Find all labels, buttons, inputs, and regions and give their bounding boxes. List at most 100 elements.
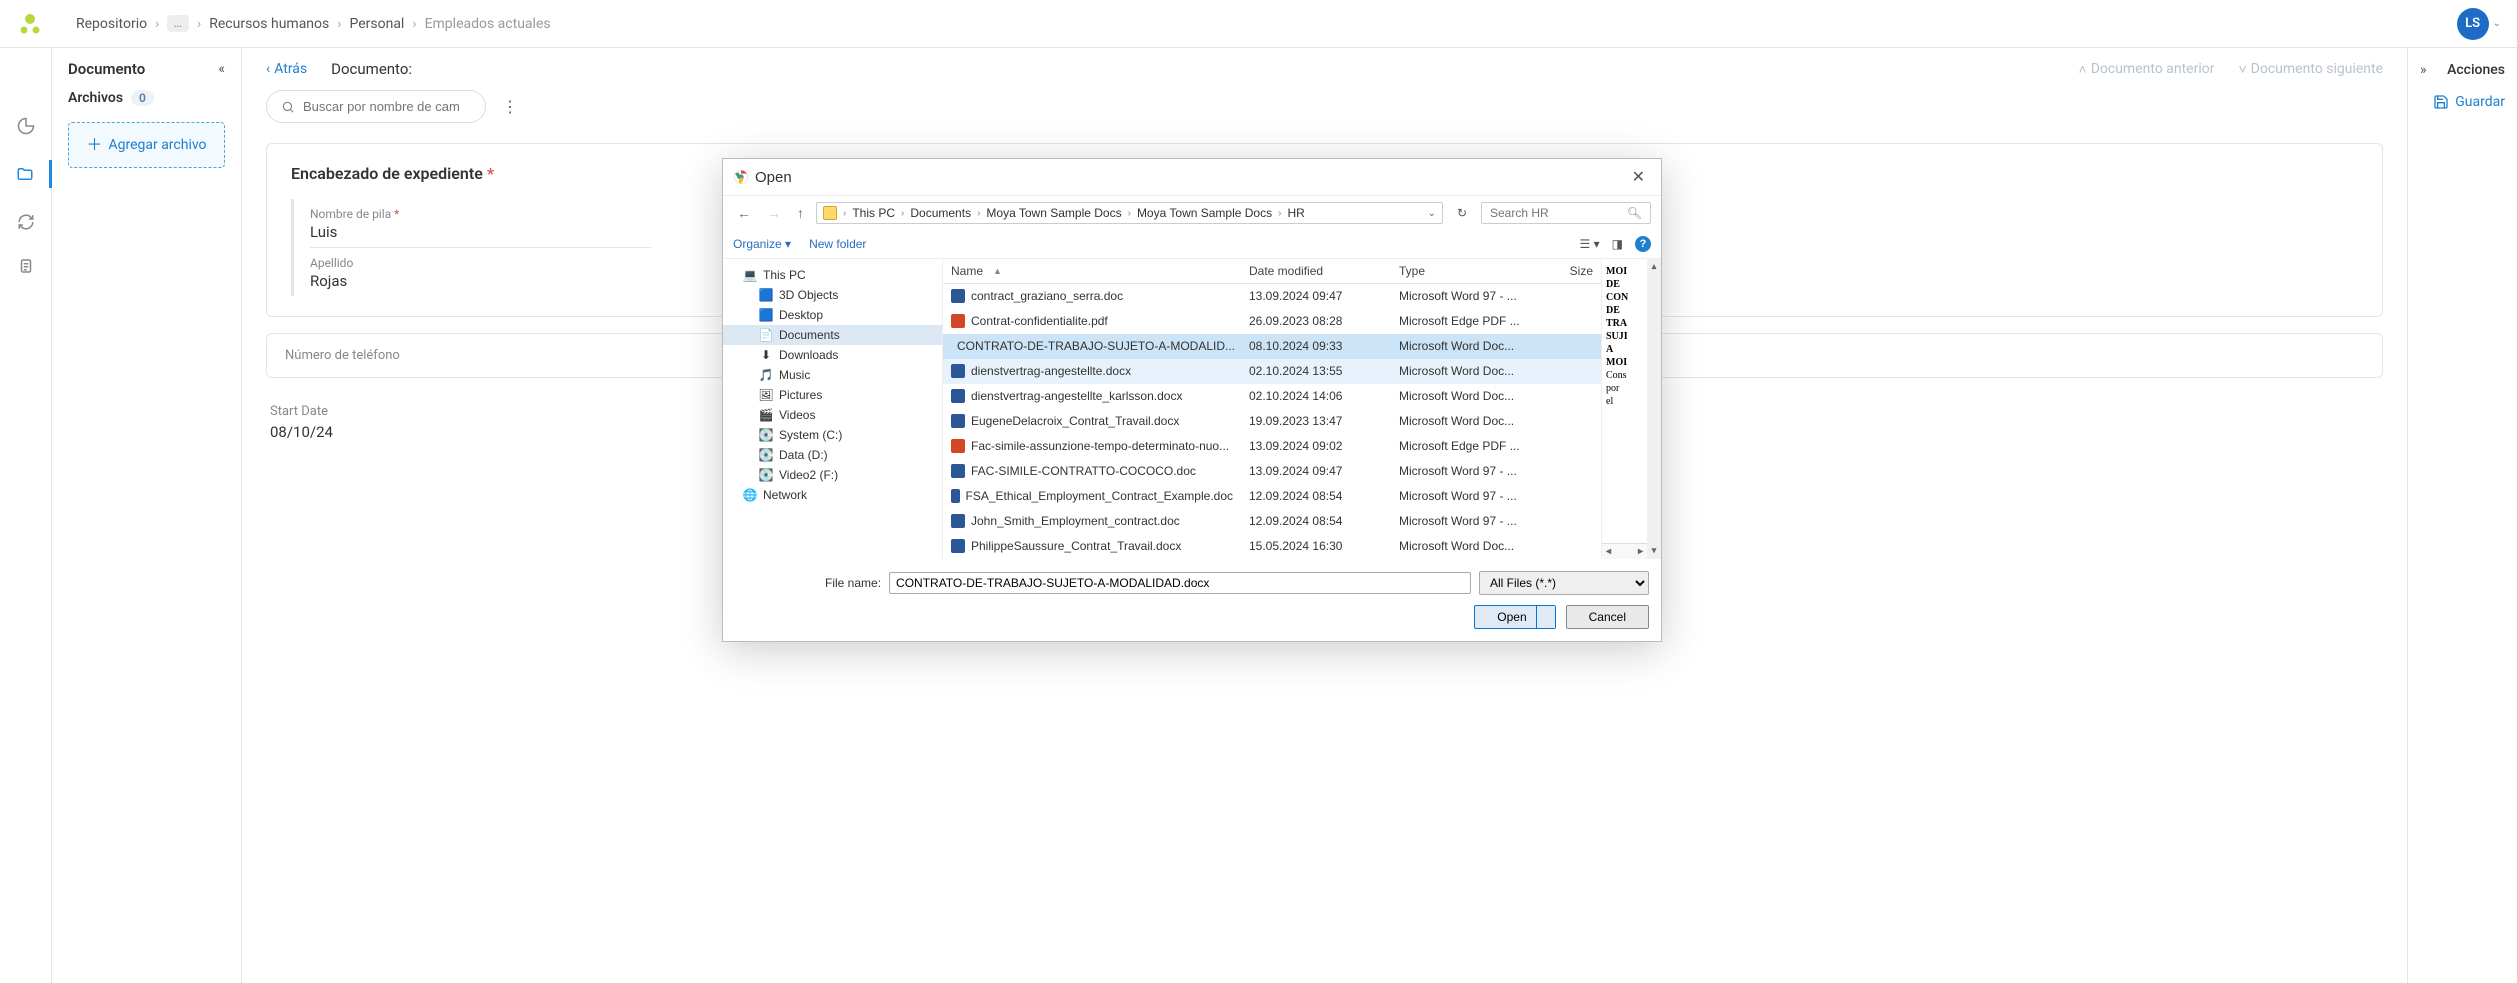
filetype-select[interactable]: All Files (*.*) <box>1479 571 1649 595</box>
col-type[interactable]: Type <box>1391 259 1551 283</box>
tree-item[interactable]: 💽Data (D:) <box>723 445 942 465</box>
filename-input[interactable] <box>889 572 1471 594</box>
tree-item[interactable]: 📄Documents <box>723 325 942 345</box>
folder-icon: 🎬 <box>759 408 773 422</box>
user-menu[interactable]: LS ⌄ <box>2457 8 2501 40</box>
nav-back-icon[interactable]: ← <box>733 203 755 223</box>
file-row[interactable]: Fac-simile-assunzione-tempo-determinato-… <box>943 434 1601 459</box>
kebab-menu-icon[interactable]: ⋮ <box>502 97 518 116</box>
chevron-right-icon: › <box>412 16 416 32</box>
folder-tree: 💻This PC🟦3D Objects🟦Desktop📄Documents⬇Do… <box>723 259 943 559</box>
file-row[interactable]: CONTRATO-DE-TRABAJO-SUJETO-A-MODALID... … <box>943 334 1601 359</box>
scroll-up-icon[interactable]: ▴ <box>1650 259 1659 275</box>
document-content: ‹ Atrás Documento: ˄Documento anterior ˅… <box>242 48 2407 983</box>
breadcrumb-item[interactable]: Personal <box>349 16 404 32</box>
next-document: ˅Documento siguiente <box>2238 61 2383 78</box>
scroll-down-icon[interactable]: ▾ <box>1650 543 1659 559</box>
file-list: Name▲ Date modified Type Size contract_g… <box>943 259 1601 559</box>
page-next-icon[interactable]: ▸ <box>1634 545 1647 558</box>
folder-icon[interactable] <box>15 164 35 184</box>
col-name[interactable]: Name▲ <box>943 259 1241 283</box>
new-folder-button[interactable]: New folder <box>809 237 866 251</box>
field-search[interactable] <box>266 90 486 123</box>
path-segment[interactable]: Documents <box>910 206 971 220</box>
save-button[interactable]: Guardar <box>2420 94 2505 110</box>
expand-right-icon[interactable]: » <box>2420 62 2427 78</box>
back-button[interactable]: ‹ Atrás <box>266 61 307 77</box>
tree-item[interactable]: 🟦Desktop <box>723 305 942 325</box>
collapse-left-icon[interactable]: « <box>218 61 225 77</box>
files-panel: Documento « Archivos 0 ＋ Agregar archivo <box>52 48 242 983</box>
path-segment[interactable]: This PC <box>852 206 895 220</box>
file-row[interactable]: FAC-SIMILE-CONTRATTO-COCOCO.doc 13.09.20… <box>943 459 1601 484</box>
tree-item[interactable]: 🌐Network <box>723 485 942 505</box>
back-label: Atrás <box>274 61 307 77</box>
tree-item[interactable]: 🎬Videos <box>723 405 942 425</box>
tree-item[interactable]: 🟦3D Objects <box>723 285 942 305</box>
address-bar[interactable]: › This PC› Documents› Moya Town Sample D… <box>816 202 1443 224</box>
search-icon: 🔍︎ <box>1627 206 1642 220</box>
files-count-badge: 0 <box>131 90 154 106</box>
folder-icon: 💽 <box>759 448 773 462</box>
add-file-button[interactable]: ＋ Agregar archivo <box>68 122 225 168</box>
clipboard-icon[interactable] <box>16 256 36 276</box>
file-row[interactable]: EugeneDelacroix_Contrat_Travail.docx 19.… <box>943 409 1601 434</box>
tree-item[interactable]: ⬇Downloads <box>723 345 942 365</box>
file-row[interactable]: contract_graziano_serra.doc 13.09.2024 0… <box>943 284 1601 309</box>
plus-icon: ＋ <box>86 137 102 153</box>
path-segment[interactable]: HR <box>1287 206 1304 220</box>
breadcrumb-ellipsis[interactable]: … <box>167 15 189 32</box>
last-name-field[interactable]: Apellido Rojas <box>310 248 651 296</box>
close-button[interactable]: ✕ <box>1626 165 1651 189</box>
folder-icon: 🟦 <box>759 308 773 322</box>
file-row[interactable]: FSA_Ethical_Employment_Contract_Example.… <box>943 484 1601 509</box>
tree-item[interactable]: 💽System (C:) <box>723 425 942 445</box>
folder-icon: ⬇ <box>759 348 773 362</box>
path-segment[interactable]: Moya Town Sample Docs <box>986 206 1121 220</box>
tree-item[interactable]: 🖼Pictures <box>723 385 942 405</box>
page-prev-icon[interactable]: ◂ <box>1602 545 1615 558</box>
cancel-button[interactable]: Cancel <box>1566 605 1649 629</box>
chevron-right-icon: › <box>197 16 201 32</box>
chevron-down-icon: ▼ <box>1541 612 1550 622</box>
search-input[interactable] <box>303 99 471 114</box>
dialog-search-input[interactable] <box>1490 206 1621 220</box>
folder-icon: 📄 <box>759 328 773 342</box>
chrome-icon <box>733 169 749 185</box>
chevron-down-icon: ⌄ <box>2493 18 2501 29</box>
file-open-dialog: Open ✕ ← → ↑ › This PC› Documents› Moya … <box>722 158 1662 642</box>
dialog-search[interactable]: 🔍︎ <box>1481 202 1651 224</box>
chevron-down-icon[interactable]: ⌄ <box>1428 208 1436 219</box>
breadcrumb-item[interactable]: Recursos humanos <box>209 16 329 32</box>
refresh-icon[interactable] <box>16 212 36 232</box>
open-button[interactable]: Open▼ <box>1474 605 1555 629</box>
file-row[interactable]: PhilippeSaussure_Contrat_Travail.docx 15… <box>943 534 1601 559</box>
refresh-icon[interactable]: ↻ <box>1451 203 1473 223</box>
chart-icon[interactable] <box>16 116 36 136</box>
doc-file-icon <box>951 289 965 303</box>
path-segment[interactable]: Moya Town Sample Docs <box>1137 206 1272 220</box>
organize-menu[interactable]: Organize ▾ <box>733 237 791 251</box>
col-date[interactable]: Date modified <box>1241 259 1391 283</box>
help-icon[interactable]: ? <box>1635 236 1651 252</box>
tree-item[interactable]: 🎵Music <box>723 365 942 385</box>
col-size[interactable]: Size <box>1551 259 1601 283</box>
avatar: LS <box>2457 8 2489 40</box>
breadcrumb-item[interactable]: Repositorio <box>76 16 147 32</box>
preview-scrollbar[interactable]: ▴ ▾ <box>1647 259 1661 559</box>
sort-icon: ▲ <box>993 266 1002 276</box>
actions-title: Acciones <box>2447 62 2505 78</box>
nav-forward-icon: → <box>763 203 785 223</box>
nav-up-icon[interactable]: ↑ <box>793 203 808 223</box>
view-menu-icon[interactable]: ☰ ▾ <box>1580 237 1600 251</box>
first-name-field[interactable]: Nombre de pila * Luis <box>310 199 651 248</box>
preview-toggle-icon[interactable]: ◨ <box>1612 237 1623 251</box>
folder-icon: 💽 <box>759 468 773 482</box>
file-row[interactable]: dienstvertrag-angestellte_karlsson.docx … <box>943 384 1601 409</box>
file-row[interactable]: dienstvertrag-angestellte.docx 02.10.202… <box>943 359 1601 384</box>
file-row[interactable]: John_Smith_Employment_contract.doc 12.09… <box>943 509 1601 534</box>
tree-item[interactable]: 💽Video2 (F:) <box>723 465 942 485</box>
doc-file-icon <box>951 489 960 503</box>
tree-item[interactable]: 💻This PC <box>723 265 942 285</box>
file-row[interactable]: Contrat-confidentialite.pdf 26.09.2023 0… <box>943 309 1601 334</box>
